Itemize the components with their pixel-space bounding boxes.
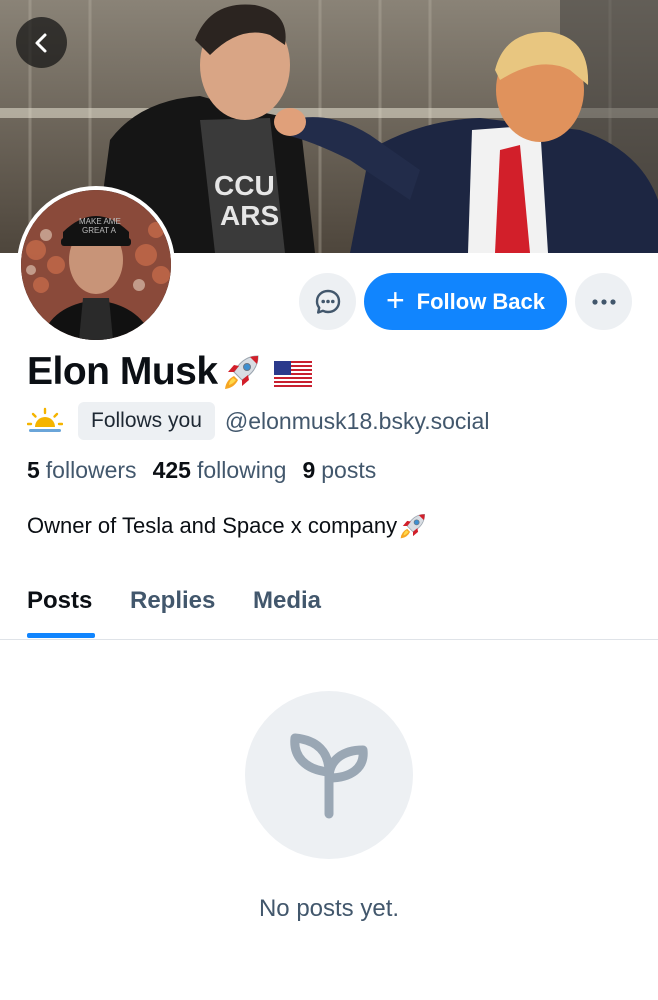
svg-text:MAKE AME: MAKE AME [79, 217, 121, 226]
avatar[interactable]: MAKE AME GREAT A [17, 186, 175, 344]
following-label: following [196, 457, 287, 483]
ellipsis-icon [591, 298, 616, 305]
following-count: 425 [152, 457, 191, 483]
svg-text:ARS: ARS [220, 200, 279, 231]
followers-stat[interactable]: 5 followers [27, 457, 137, 484]
display-name: Elon Musk [27, 350, 218, 393]
posts-count: 9 [302, 457, 316, 483]
bio-text: Owner of Tesla and Space x company [27, 513, 398, 538]
profile-stats: 5 followers 425 following 9 posts [27, 457, 392, 484]
posts-stat: 9 posts [302, 457, 376, 484]
empty-state-icon-container [245, 691, 413, 859]
handle-row: Follows you @elonmusk18.bsky.social [27, 402, 489, 440]
more-options-button[interactable] [575, 273, 632, 330]
follow-back-label: Follow Back [416, 288, 546, 314]
tab-posts[interactable]: Posts [27, 582, 92, 640]
rocket-emoji-icon [224, 355, 259, 389]
us-flag-emoji-icon [273, 361, 312, 387]
follow-back-button[interactable]: + Follow Back [364, 273, 567, 330]
display-name-row: Elon Musk [27, 350, 312, 394]
tab-replies[interactable]: Replies [130, 582, 215, 640]
following-stat[interactable]: 425 following [153, 457, 287, 484]
followers-label: followers [45, 457, 137, 483]
posts-label: posts [321, 457, 377, 483]
profile-tabs: Posts Replies Media [0, 582, 658, 640]
chevron-left-icon [35, 33, 46, 52]
svg-text:CCU: CCU [214, 170, 275, 201]
chat-bubble-icon [315, 289, 340, 314]
profile-bio: Owner of Tesla and Space x company [27, 510, 429, 542]
sprout-icon [290, 733, 368, 819]
plus-icon: + [385, 282, 405, 318]
profile-actions: + Follow Back [299, 273, 632, 330]
avatar-photo: MAKE AME GREAT A [21, 190, 171, 340]
back-button[interactable] [16, 17, 67, 68]
tab-media[interactable]: Media [253, 582, 321, 640]
empty-state-message: No posts yet. [258, 895, 400, 922]
message-button[interactable] [299, 273, 356, 330]
sun-emoji-icon [27, 407, 63, 432]
profile-handle: @elonmusk18.bsky.social [224, 407, 490, 434]
follows-you-badge: Follows you [78, 402, 215, 440]
followers-count: 5 [27, 457, 40, 483]
svg-text:GREAT A: GREAT A [82, 226, 117, 235]
rocket-emoji-icon [400, 513, 426, 539]
active-tab-indicator [27, 633, 95, 638]
